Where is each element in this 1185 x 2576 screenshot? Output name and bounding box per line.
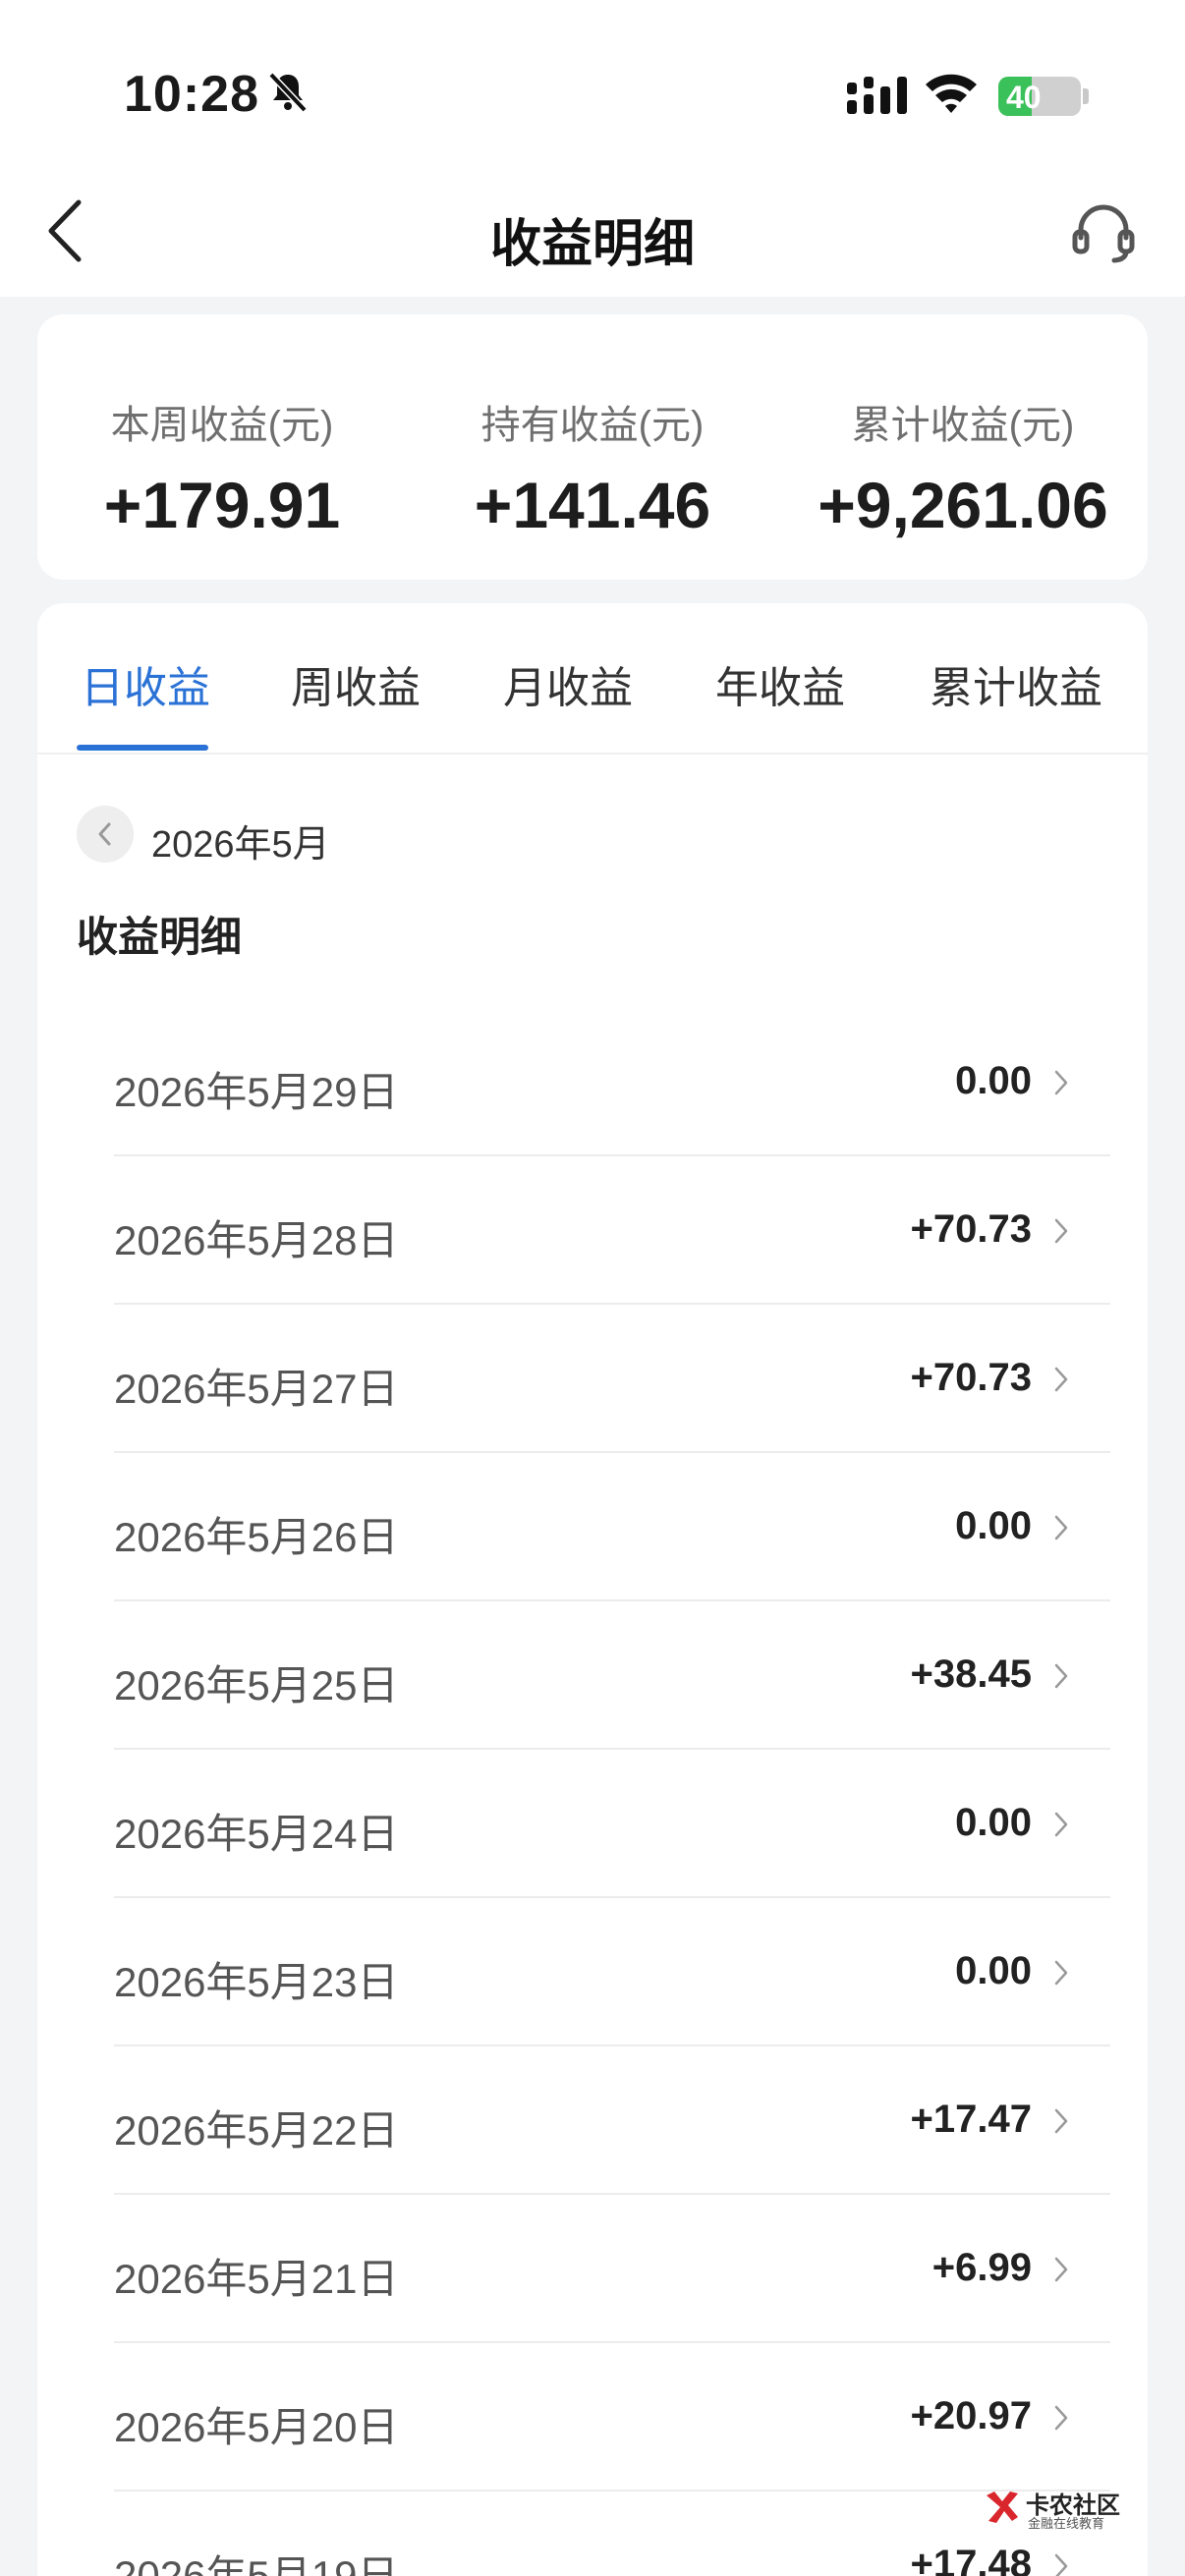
chevron-right-icon (1054, 1367, 1068, 1392)
battery-cap (1083, 88, 1089, 104)
earnings-row[interactable]: 2026年5月20日 +20.97 (37, 2343, 1148, 2492)
tab-cumulative[interactable]: 累计收益 (930, 652, 1102, 715)
row-date: 2026年5月24日 (114, 1811, 399, 1857)
current-month-label: 2026年5月 (151, 824, 330, 866)
kanong-logo-icon (987, 2492, 1018, 2523)
summary-label: 本周收益(元) (110, 404, 334, 447)
earnings-row[interactable]: 2026年5月25日 +38.45 (37, 1601, 1148, 1750)
page-title: 收益明细 (489, 216, 695, 273)
earnings-row[interactable]: 2026年5月28日 +70.73 (37, 1156, 1148, 1305)
row-amount: 0.00 (955, 1949, 1032, 1992)
earnings-row[interactable]: 2026年5月27日 +70.73 (37, 1305, 1148, 1453)
earnings-row[interactable]: 2026年5月22日 +17.47 (37, 2046, 1148, 2195)
chevron-right-icon (1054, 2405, 1068, 2431)
tab-monthly[interactable]: 月收益 (503, 652, 633, 715)
status-time: 10:28 (124, 66, 259, 123)
summary-holding: 持有收益(元) +141.46 (408, 393, 777, 542)
cellular-signal-icon (847, 77, 907, 114)
summary-value: +9,261.06 (818, 469, 1108, 541)
row-date: 2026年5月20日 (114, 2404, 399, 2450)
chevron-right-icon (1054, 1218, 1068, 1244)
summary-cumulative: 累计收益(元) +9,261.06 (778, 393, 1148, 542)
earnings-list-card: 日收益 周收益 月收益 年收益 累计收益 2026年5月 收益明细 2026年5… (37, 603, 1148, 2576)
income-detail-screen: 10:28 40 收益明细 本周收益(元) +179.91 持有收益(元) +1… (0, 0, 1185, 2576)
earnings-row[interactable]: 2026年5月21日 +6.99 (37, 2195, 1148, 2343)
earnings-row[interactable]: 2026年5月24日 0.00 (37, 1750, 1148, 1898)
chevron-right-icon (1054, 1515, 1068, 1540)
status-bar: 10:28 40 (0, 0, 1185, 167)
battery-level: 40 (1006, 80, 1042, 115)
active-tab-indicator (77, 745, 208, 751)
row-date: 2026年5月23日 (114, 1959, 399, 2005)
battery-indicator: 40 (998, 77, 1081, 116)
earnings-row[interactable]: 2026年5月19日 +17.48 (37, 2492, 1148, 2576)
row-date: 2026年5月29日 (114, 1069, 399, 1115)
summary-weekly: 本周收益(元) +179.91 (37, 393, 407, 542)
watermark-logo: 卡农社区 金融在线教育 (983, 2486, 1130, 2535)
earnings-row[interactable]: 2026年5月29日 0.00 (37, 1008, 1148, 1156)
watermark-subtitle: 金融在线教育 (1028, 2516, 1105, 2531)
earnings-row[interactable]: 2026年5月23日 0.00 (37, 1898, 1148, 2046)
earnings-row[interactable]: 2026年5月26日 0.00 (37, 1453, 1148, 1601)
bell-muted-icon (268, 72, 308, 113)
row-amount: +17.47 (910, 2098, 1032, 2141)
chevron-right-icon (1054, 1663, 1068, 1689)
row-amount: +20.97 (910, 2394, 1032, 2437)
summary-value: +141.46 (474, 469, 711, 541)
row-date: 2026年5月22日 (114, 2107, 399, 2154)
row-amount: +17.48 (910, 2543, 1032, 2576)
summary-value: +179.91 (103, 469, 341, 541)
row-amount: 0.00 (955, 1504, 1032, 1547)
row-amount: +6.99 (931, 2246, 1032, 2289)
nav-bar: 收益明细 (0, 167, 1185, 297)
row-date: 2026年5月21日 (114, 2256, 399, 2302)
row-amount: +70.73 (910, 1207, 1032, 1251)
chevron-right-icon (1054, 2553, 1068, 2576)
chevron-right-icon (1054, 2257, 1068, 2282)
row-date: 2026年5月19日 (114, 2552, 399, 2576)
row-date: 2026年5月25日 (114, 1662, 399, 1708)
row-amount: +70.73 (910, 1356, 1032, 1399)
row-amount: 0.00 (955, 1801, 1032, 1844)
customer-service-headset-icon[interactable] (1071, 200, 1136, 265)
chevron-right-icon (1054, 1070, 1068, 1095)
summary-label: 累计收益(元) (851, 404, 1075, 447)
chevron-right-icon (1054, 1812, 1068, 1837)
row-amount: +38.45 (910, 1652, 1032, 1696)
row-amount: 0.00 (955, 1059, 1032, 1102)
tab-daily[interactable]: 日收益 (81, 652, 210, 715)
wifi-icon (926, 74, 977, 113)
summary-label: 持有收益(元) (480, 404, 705, 447)
chevron-right-icon (1054, 1960, 1068, 1986)
row-date: 2026年5月28日 (114, 1217, 399, 1263)
daily-earnings-list: 2026年5月29日 0.00 2026年5月28日 +70.73 2026年5月27日… (37, 1008, 1148, 2576)
period-tabs: 日收益 周收益 月收益 年收益 累计收益 (37, 603, 1148, 755)
tab-yearly[interactable]: 年收益 (715, 652, 845, 715)
previous-month-chevron-icon[interactable] (77, 806, 134, 863)
section-title: 收益明细 (77, 914, 243, 960)
row-date: 2026年5月27日 (114, 1366, 399, 1412)
earnings-summary-card: 本周收益(元) +179.91 持有收益(元) +141.46 累计收益(元) … (37, 314, 1148, 580)
row-date: 2026年5月26日 (114, 1514, 399, 1560)
chevron-right-icon (1054, 2108, 1068, 2134)
tab-weekly[interactable]: 周收益 (291, 652, 421, 715)
